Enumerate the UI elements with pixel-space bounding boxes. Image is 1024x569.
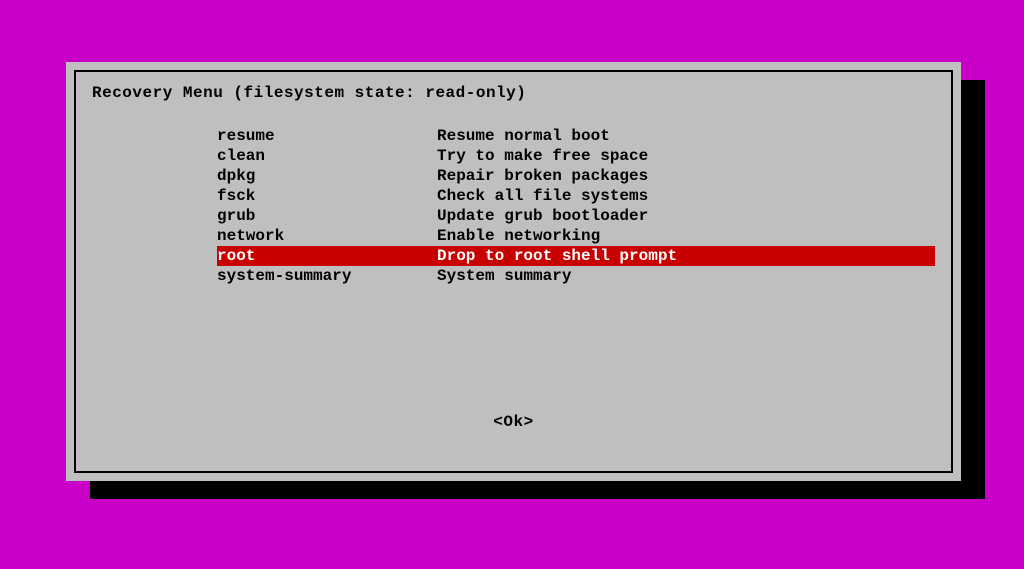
recovery-menu-dialog: Recovery Menu (filesystem state: read-on… [66,62,961,481]
menu-item-system-summary[interactable]: system-summary System summary [217,266,935,286]
menu-item-network[interactable]: network Enable networking [217,226,935,246]
menu-item-dpkg[interactable]: dpkg Repair broken packages [217,166,935,186]
menu-item-key: clean [217,146,437,166]
menu-item-desc: Update grub bootloader [437,206,648,226]
ok-button[interactable]: <Ok> [92,413,935,431]
dialog-title: Recovery Menu (filesystem state: read-on… [92,84,935,102]
menu-item-desc: System summary [437,266,571,286]
menu-item-root[interactable]: root Drop to root shell prompt [217,246,935,266]
menu-item-fsck[interactable]: fsck Check all file systems [217,186,935,206]
menu-item-resume[interactable]: resume Resume normal boot [217,126,935,146]
menu-item-desc: Repair broken packages [437,166,648,186]
menu-item-clean[interactable]: clean Try to make free space [217,146,935,166]
menu-item-desc: Resume normal boot [437,126,610,146]
menu-item-grub[interactable]: grub Update grub bootloader [217,206,935,226]
menu-item-key: dpkg [217,166,437,186]
menu-item-key: resume [217,126,437,146]
menu-item-key: network [217,226,437,246]
dialog-border: Recovery Menu (filesystem state: read-on… [74,70,953,473]
menu-item-key: root [217,246,437,266]
menu-item-desc: Enable networking [437,226,600,246]
menu-item-key: grub [217,206,437,226]
menu-item-desc: Check all file systems [437,186,648,206]
menu-item-desc: Drop to root shell prompt [437,246,677,266]
menu-item-key: system-summary [217,266,437,286]
menu-item-desc: Try to make free space [437,146,648,166]
menu-list: resume Resume normal boot clean Try to m… [217,126,935,286]
spacer [92,286,935,413]
menu-item-key: fsck [217,186,437,206]
